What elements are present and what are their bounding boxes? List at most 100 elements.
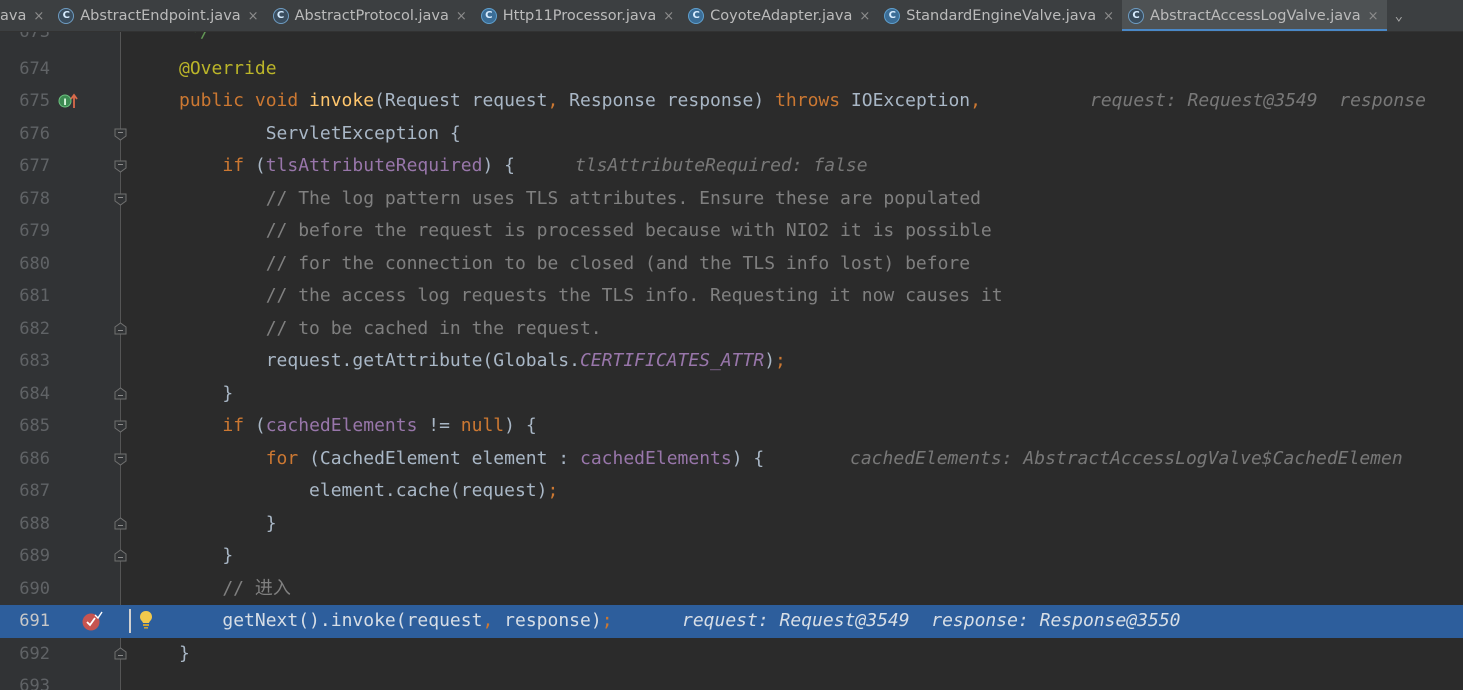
fold-start-icon[interactable] bbox=[114, 160, 127, 173]
line-number: 688 bbox=[19, 513, 50, 534]
code-line[interactable]: 690 // 进入 bbox=[0, 573, 1463, 606]
code-line[interactable]: 693 bbox=[0, 670, 1463, 690]
close-icon[interactable]: × bbox=[248, 9, 259, 24]
line-number: 681 bbox=[19, 286, 50, 306]
code-line[interactable]: 674 @Override bbox=[0, 53, 1463, 86]
code-text: // The log pattern uses TLS attributes. … bbox=[179, 187, 981, 209]
line-number: 691 bbox=[19, 611, 50, 631]
code-text: element.cache(request); bbox=[179, 480, 559, 501]
class-icon: C bbox=[688, 8, 705, 24]
close-icon[interactable]: × bbox=[1368, 9, 1379, 24]
code-text: } bbox=[179, 382, 234, 404]
line-number: 677 bbox=[19, 156, 50, 176]
abstract-class-icon: C bbox=[58, 8, 75, 24]
tab-label: StandardEngineValve.java bbox=[906, 8, 1097, 24]
lightbulb-icon[interactable] bbox=[139, 610, 153, 634]
code-line[interactable]: 684 } bbox=[0, 378, 1463, 411]
line-number: 679 bbox=[19, 221, 50, 241]
line-number: 687 bbox=[19, 481, 50, 501]
code-line[interactable]: 683 request.getAttribute(Globals.CERTIFI… bbox=[0, 345, 1463, 378]
tab-label: Http11Processor.java bbox=[502, 8, 657, 24]
line-number: 693 bbox=[19, 676, 50, 690]
code-line[interactable]: 685 if (cachedElements != null) { bbox=[0, 410, 1463, 443]
fold-end-icon[interactable] bbox=[114, 321, 127, 335]
abstract-class-icon: C bbox=[1128, 8, 1145, 24]
fold-end-icon[interactable] bbox=[114, 549, 127, 562]
code-text: // 进入 bbox=[179, 577, 291, 599]
fold-end-icon[interactable] bbox=[114, 386, 127, 400]
code-text: public void invoke(Request request, Resp… bbox=[179, 90, 981, 111]
code-text: ServletException { bbox=[179, 122, 461, 144]
line-number: 673 bbox=[19, 32, 50, 42]
tab-java-truncated[interactable]: ava × bbox=[0, 0, 52, 31]
code-line[interactable]: 682 // to be cached in the request. bbox=[0, 313, 1463, 346]
close-icon[interactable]: × bbox=[456, 9, 467, 24]
abstract-class-icon: C bbox=[272, 8, 289, 24]
editor-tab-bar: ava × C AbstractEndpoint.java × C Abstra… bbox=[0, 0, 1463, 32]
tab-label: ava bbox=[0, 8, 27, 24]
code-line[interactable]: 681 // the access log requests the TLS i… bbox=[0, 280, 1463, 313]
tab-abstract-protocol[interactable]: C AbstractProtocol.java × bbox=[267, 0, 475, 31]
svg-text:I: I bbox=[63, 98, 66, 108]
code-line[interactable]: 675 I public void invoke(Request request… bbox=[0, 85, 1463, 118]
close-icon[interactable]: × bbox=[33, 9, 44, 24]
class-icon: C bbox=[884, 8, 901, 24]
code-line[interactable]: 686 for (CachedElement element : cachedE… bbox=[0, 443, 1463, 476]
fold-start-icon[interactable] bbox=[114, 420, 127, 433]
code-text: } bbox=[179, 512, 277, 534]
code-line[interactable]: 692 } bbox=[0, 638, 1463, 671]
tab-label: AbstractProtocol.java bbox=[294, 8, 449, 24]
code-line[interactable]: 676 ServletException { bbox=[0, 118, 1463, 151]
line-number: 690 bbox=[19, 578, 50, 599]
close-icon[interactable]: × bbox=[859, 9, 870, 24]
inline-debug-hint: request: Request@3549 response: Response… bbox=[682, 610, 1181, 631]
line-number: 680 bbox=[19, 253, 50, 274]
override-method-icon[interactable]: I bbox=[57, 92, 79, 114]
tab-label: CoyoteAdapter.java bbox=[710, 8, 853, 24]
code-line[interactable]: 673 */ bbox=[0, 32, 1463, 49]
line-number: 674 bbox=[19, 58, 50, 79]
text-cursor bbox=[129, 609, 131, 633]
inline-debug-hint: request: Request@3549 response bbox=[1090, 90, 1426, 111]
code-text: getNext().invoke(request, response); bbox=[222, 610, 613, 631]
tab-overflow-chevron-icon[interactable]: ⌄ bbox=[1387, 0, 1403, 31]
tab-abstract-access-log-valve[interactable]: C AbstractAccessLogValve.java × bbox=[1122, 0, 1387, 31]
code-editor[interactable]: 673 */ 674 @Override 675 I public void i… bbox=[0, 32, 1463, 690]
breakpoint-icon[interactable] bbox=[81, 610, 103, 636]
code-text: } bbox=[179, 642, 190, 664]
line-number: 683 bbox=[19, 351, 50, 371]
current-execution-line[interactable]: 691 getNext().invoke(request, response);… bbox=[0, 605, 1463, 638]
line-number: 689 bbox=[19, 546, 50, 566]
code-line[interactable]: 678 // The log pattern uses TLS attribut… bbox=[0, 183, 1463, 216]
code-text: if (tlsAttributeRequired) { bbox=[222, 155, 515, 176]
close-icon[interactable]: × bbox=[663, 9, 674, 24]
code-line[interactable]: 688 } bbox=[0, 508, 1463, 541]
line-number: 686 bbox=[19, 448, 50, 469]
code-line[interactable]: 687 element.cache(request); bbox=[0, 475, 1463, 508]
code-text: // the access log requests the TLS info.… bbox=[179, 285, 1003, 306]
code-text: @Override bbox=[179, 57, 277, 79]
fold-end-icon[interactable] bbox=[114, 516, 127, 530]
tab-coyote-adapter[interactable]: C CoyoteAdapter.java × bbox=[682, 0, 878, 31]
code-text: } bbox=[179, 545, 234, 566]
fold-start-icon[interactable] bbox=[114, 128, 127, 141]
fold-end-icon[interactable] bbox=[114, 646, 127, 660]
class-icon: C bbox=[480, 8, 497, 24]
code-line[interactable]: 677 if (tlsAttributeRequired) { tlsAttri… bbox=[0, 150, 1463, 183]
code-text: // before the request is processed becau… bbox=[179, 220, 992, 241]
tab-abstract-endpoint[interactable]: C AbstractEndpoint.java × bbox=[52, 0, 266, 31]
code-line[interactable]: 679 // before the request is processed b… bbox=[0, 215, 1463, 248]
code-line[interactable]: 689 } bbox=[0, 540, 1463, 573]
fold-start-icon[interactable] bbox=[114, 193, 127, 206]
code-text: for (CachedElement element : cachedEleme… bbox=[265, 447, 765, 469]
fold-start-icon[interactable] bbox=[114, 453, 127, 466]
tab-label: AbstractEndpoint.java bbox=[80, 8, 241, 24]
tab-standard-engine-valve[interactable]: C StandardEngineValve.java × bbox=[878, 0, 1122, 31]
code-text: request.getAttribute(Globals.CERTIFICATE… bbox=[179, 350, 786, 371]
line-number: 685 bbox=[19, 416, 50, 436]
line-number: 678 bbox=[19, 188, 50, 209]
code-text: // to be cached in the request. bbox=[179, 317, 602, 339]
tab-http11-processor[interactable]: C Http11Processor.java × bbox=[475, 0, 682, 31]
close-icon[interactable]: × bbox=[1103, 9, 1114, 24]
code-line[interactable]: 680 // for the connection to be closed (… bbox=[0, 248, 1463, 281]
